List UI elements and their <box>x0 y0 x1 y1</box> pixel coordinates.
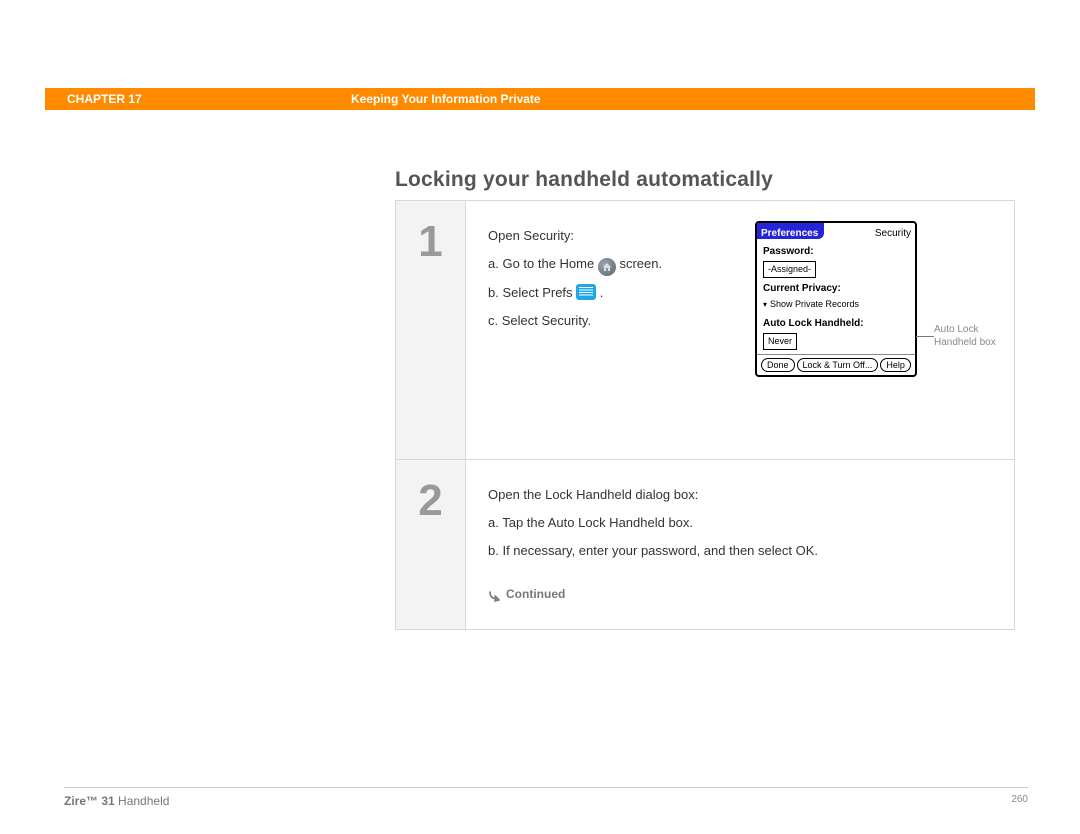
text: screen. <box>619 256 662 271</box>
step-intro: Open the Lock Handheld dialog box: <box>488 484 996 506</box>
privacy-dropdown[interactable]: Show Private Records <box>763 297 909 312</box>
callout-label: Auto Lock Handheld box <box>934 323 1006 349</box>
step-row: 1 Open Security: a. Go to the Home scree… <box>396 201 1014 460</box>
section-heading: Locking your handheld automatically <box>395 168 773 192</box>
privacy-label: Current Privacy: <box>763 280 909 297</box>
product-bold: Zire™ 31 <box>64 794 115 808</box>
lock-turnoff-button[interactable]: Lock & Turn Off... <box>797 358 879 372</box>
done-button[interactable]: Done <box>761 358 795 372</box>
step-body: Open the Lock Handheld dialog box: a. Ta… <box>466 460 1014 629</box>
product-name: Zire™ 31 Handheld <box>64 794 169 808</box>
autolock-value-box[interactable]: Never <box>763 333 797 350</box>
palm-title-left: Preferences <box>757 223 824 239</box>
text: . <box>600 285 604 300</box>
palm-footer: Done Lock & Turn Off... Help <box>757 354 915 375</box>
step-substep: b. If necessary, enter your password, an… <box>488 540 996 562</box>
step-number: 1 <box>396 201 466 459</box>
chapter-header: CHAPTER 17 Keeping Your Information Priv… <box>45 88 1035 110</box>
chapter-label: CHAPTER 17 <box>45 92 351 106</box>
text: a. Go to the Home <box>488 256 598 271</box>
step-row: 2 Open the Lock Handheld dialog box: a. … <box>396 460 1014 629</box>
password-value-box[interactable]: -Assigned- <box>763 261 816 278</box>
autolock-label: Auto Lock Handheld: <box>763 315 909 332</box>
home-icon <box>598 258 616 276</box>
page-number: 260 <box>1011 794 1028 808</box>
continued-text: Continued <box>506 584 565 604</box>
help-button[interactable]: Help <box>880 358 911 372</box>
privacy-value: Show Private Records <box>770 299 859 309</box>
step-substep: a. Tap the Auto Lock Handheld box. <box>488 512 996 534</box>
palm-title-right: Security <box>875 223 915 239</box>
palm-preferences-window: Preferences Security Password: -Assigned… <box>755 221 917 377</box>
step-number: 2 <box>396 460 466 629</box>
palm-titlebar: Preferences Security <box>757 223 915 239</box>
palm-body: Password: -Assigned- Current Privacy: Sh… <box>757 239 915 354</box>
chapter-title: Keeping Your Information Private <box>351 92 541 106</box>
product-rest: Handheld <box>115 794 170 808</box>
continued-arrow-icon <box>488 588 500 600</box>
continued-indicator: Continued <box>488 584 996 604</box>
screenshot-wrap: Preferences Security Password: -Assigned… <box>755 221 1006 377</box>
password-label: Password: <box>763 243 909 260</box>
step-body: Open Security: a. Go to the Home screen.… <box>466 201 1014 459</box>
prefs-icon <box>576 284 596 300</box>
text: b. Select Prefs <box>488 285 576 300</box>
callout-line <box>916 336 934 337</box>
steps-table: 1 Open Security: a. Go to the Home scree… <box>395 200 1015 630</box>
page-footer: Zire™ 31 Handheld 260 <box>64 787 1028 808</box>
